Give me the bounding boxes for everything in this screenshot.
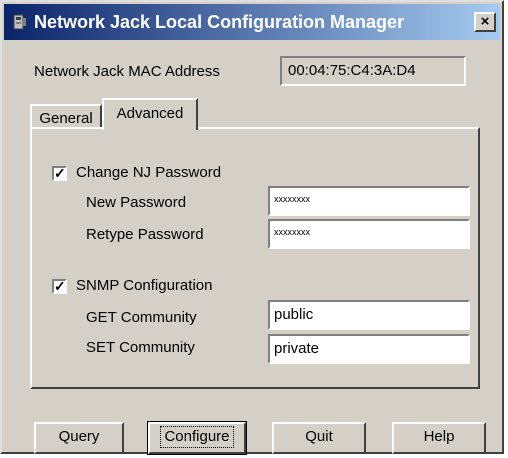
mac-address-label: Network Jack MAC Address — [34, 63, 220, 80]
get-community-label: GET Community — [86, 309, 197, 326]
change-password-checkbox[interactable]: ✓ — [52, 166, 67, 181]
change-password-label: Change NJ Password — [76, 164, 222, 181]
window-title: Network Jack Local Configuration Manager — [34, 12, 405, 32]
set-community-label: SET Community — [86, 339, 195, 356]
configure-button-label: Configure — [160, 426, 234, 448]
tab-general[interactable]: General — [30, 104, 102, 128]
set-community-input[interactable]: private — [268, 334, 470, 364]
help-button-label: Help — [423, 428, 455, 445]
snmp-config-label: SNMP Configuration — [76, 277, 213, 294]
app-icon — [13, 14, 26, 30]
title-bar[interactable]: Network Jack Local Configuration Manager… — [4, 4, 500, 40]
quit-button-label: Quit — [305, 428, 333, 445]
mac-address-field: 00:04:75:C4:3A:D4 — [280, 56, 466, 86]
query-button-label: Query — [58, 428, 100, 445]
close-icon: × — [480, 13, 490, 30]
quit-button[interactable]: Quit — [272, 422, 366, 454]
snmp-config-checkbox[interactable]: ✓ — [52, 279, 67, 294]
retype-password-input[interactable]: xxxxxxxx — [268, 219, 470, 249]
query-button[interactable]: Query — [34, 422, 124, 454]
help-button[interactable]: Help — [392, 422, 486, 454]
configure-button[interactable]: Configure — [147, 421, 247, 455]
close-button[interactable]: × — [474, 12, 496, 32]
config-manager-window: Network Jack Local Configuration Manager… — [0, 0, 504, 455]
get-community-input[interactable]: public — [268, 300, 470, 330]
retype-password-label: Retype Password — [86, 226, 204, 243]
tab-advanced[interactable]: Advanced — [102, 98, 198, 130]
new-password-input[interactable]: xxxxxxxx — [268, 186, 470, 216]
new-password-label: New Password — [86, 194, 187, 211]
